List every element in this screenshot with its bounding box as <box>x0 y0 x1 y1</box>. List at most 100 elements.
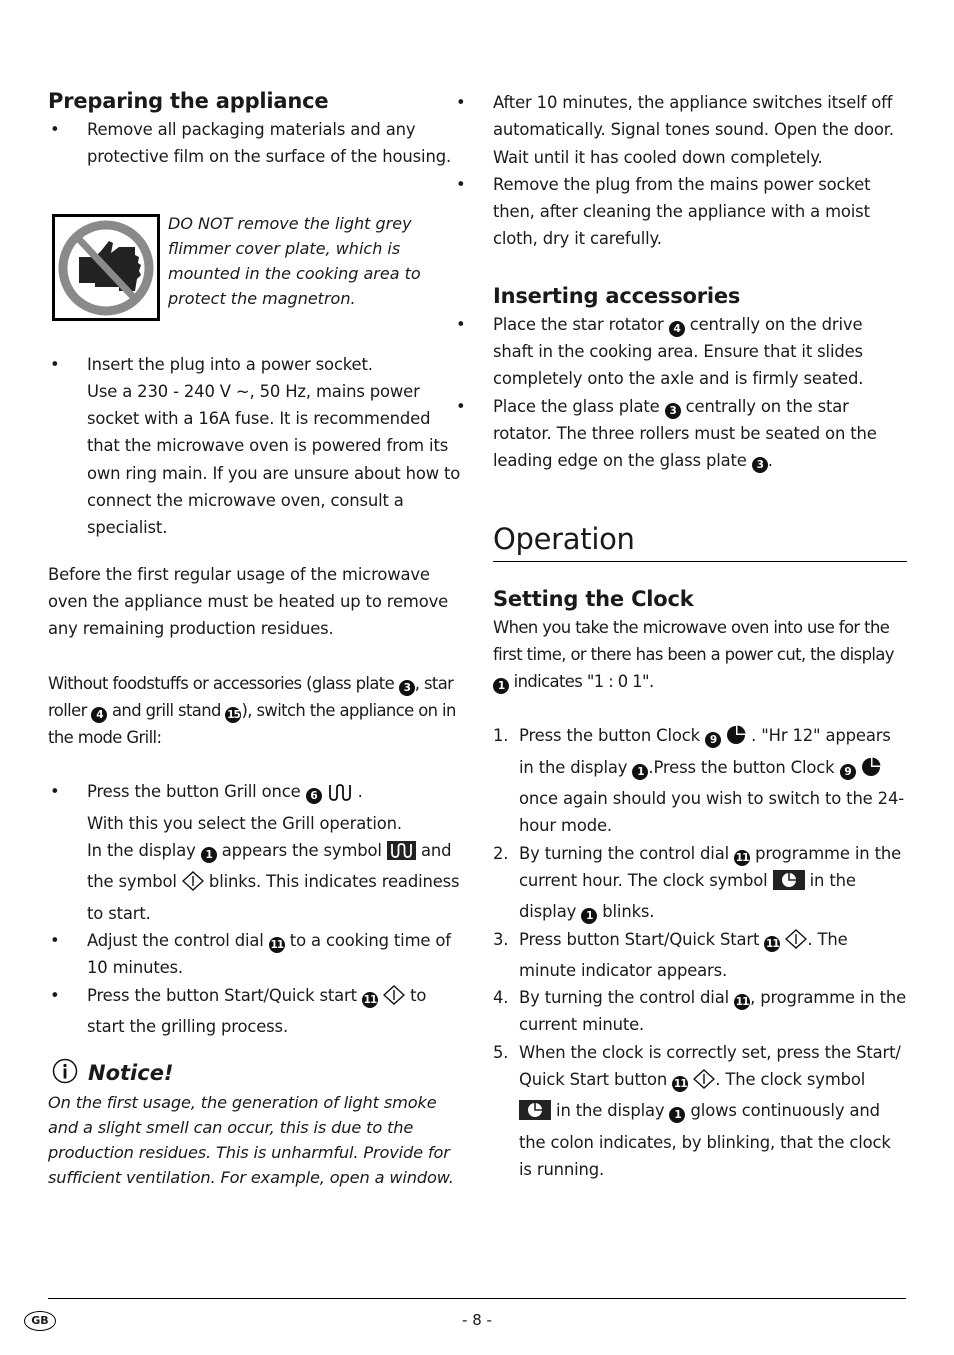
list-item: 2. By turning the control dial 11 progra… <box>493 840 907 926</box>
grill-icon <box>327 782 353 809</box>
text: By turning the control dial <box>519 843 735 863</box>
list-item: Place the star rotator 4 centrally on th… <box>454 311 907 393</box>
ref-number-badge: 9 <box>705 732 722 749</box>
after-list: After 10 minutes, the appliance switches… <box>454 89 907 253</box>
text: Adjust the control dial <box>87 930 269 950</box>
heading-setting-the-clock: Setting the Clock <box>493 586 694 611</box>
list-item: 4. By turning the control dial 11, progr… <box>493 984 907 1039</box>
text: Place the glass plate <box>493 396 665 416</box>
text: once again should you wish to switch to … <box>519 789 904 836</box>
ref-number-badge: 11 <box>672 1076 689 1093</box>
list-item-text: Remove all packaging materials and any p… <box>87 120 452 167</box>
list-item: Remove all packaging materials and any p… <box>48 116 462 171</box>
ref-number-badge: 3 <box>751 457 768 474</box>
ref-number-badge: 6 <box>305 788 322 805</box>
text: and grill stand <box>107 700 226 720</box>
clock-steps-list: 1. Press the button Clock 9 . "Hr 12" ap… <box>493 722 907 1183</box>
text: Press button Start/Quick Start <box>519 929 765 949</box>
text: in the display <box>551 1101 670 1121</box>
text: Without foodstuffs or accessories (glass… <box>48 673 399 693</box>
heading-preparing: Preparing the appliance <box>48 89 329 113</box>
text: . The clock symbol <box>715 1070 866 1090</box>
clock-display-icon <box>519 1100 551 1128</box>
text: With this you select the Grill operation… <box>87 813 402 833</box>
notice-text: On the first usage, the generation of li… <box>48 1093 454 1188</box>
plug-list: Insert the plug into a power socket. Use… <box>48 351 462 542</box>
text: Remove the plug from the mains power soc… <box>493 174 871 249</box>
warning-block: DO NOT remove the light grey flimmer cov… <box>48 213 462 321</box>
list-item: Adjust the control dial 11 to a cooking … <box>48 927 462 982</box>
ref-number-badge: 9 <box>839 763 856 780</box>
list-item: 1. Press the button Clock 9 . "Hr 12" ap… <box>493 722 907 839</box>
list-item: Remove the plug from the mains power soc… <box>454 171 907 253</box>
notice-header: Notice! <box>48 1058 462 1088</box>
list-item: Press the button Grill once 6 . With thi… <box>48 778 462 926</box>
start-diamond-icon <box>693 1069 716 1097</box>
step-number: 5. <box>493 1042 509 1062</box>
start-diamond-icon <box>181 871 204 899</box>
list-item: 5. When the clock is correctly set, pres… <box>493 1039 907 1183</box>
ref-number-badge: 4 <box>91 706 108 723</box>
ref-number-badge: 1 <box>200 847 217 864</box>
ref-number-badge: 15 <box>225 706 242 723</box>
step-number: 2. <box>493 843 509 863</box>
ref-number-badge: 11 <box>361 991 378 1008</box>
step-number: 3. <box>493 929 509 949</box>
warning-text: DO NOT remove the light grey flimmer cov… <box>168 211 462 321</box>
list-item: Insert the plug into a power socket. Use… <box>48 351 462 542</box>
ref-number-badge: 11 <box>764 935 781 952</box>
clock-icon <box>861 757 881 785</box>
list-item: Place the glass plate 3 centrally on the… <box>454 393 907 475</box>
ref-number-badge: 1 <box>493 678 509 695</box>
text: indicates "1 : 0 1". <box>509 672 655 692</box>
list-item: After 10 minutes, the appliance switches… <box>454 89 907 171</box>
heading-inserting-accessories: Inserting accessories <box>493 283 741 308</box>
text: .Press the button Clock <box>648 757 840 777</box>
ref-number-badge: 11 <box>734 994 751 1011</box>
clock-intro-paragraph: When you take the microwave oven into us… <box>493 614 907 696</box>
ref-number-badge: 1 <box>581 908 598 925</box>
ref-number-badge: 3 <box>664 402 681 419</box>
heading-operation: Operation <box>493 519 907 562</box>
preparing-list: Remove all packaging materials and any p… <box>48 116 462 171</box>
text: After 10 minutes, the appliance switches… <box>493 93 894 167</box>
grill-display-icon <box>386 841 416 868</box>
ref-number-badge: 1 <box>632 763 649 780</box>
before-first-use-paragraph: Before the first regular usage of the mi… <box>48 564 449 639</box>
ref-number-badge: 3 <box>398 679 415 696</box>
text: . <box>352 782 363 802</box>
no-touching-prohibition-icon <box>52 213 160 321</box>
clock-icon <box>726 725 746 753</box>
step-number: 4. <box>493 988 509 1008</box>
list-item: Press the button Start/Quick start 11 to… <box>48 982 462 1041</box>
grill-steps-list: Press the button Grill once 6 . With thi… <box>48 778 462 1040</box>
text: By turning the control dial <box>519 988 735 1008</box>
list-item: 3. Press button Start/Quick Start 11 . T… <box>493 926 907 985</box>
text: . <box>767 451 773 471</box>
ref-number-badge: 1 <box>669 1107 686 1124</box>
ref-number-badge: 4 <box>668 320 685 337</box>
text: Place the star rotator <box>493 314 669 334</box>
text: In the display <box>87 841 201 861</box>
plug-line1: Insert the plug into a power socket. <box>87 354 373 374</box>
without-accessories-paragraph: Without foodstuffs or accessories (glass… <box>48 670 462 752</box>
right-column: After 10 minutes, the appliance switches… <box>456 89 907 1183</box>
ref-number-badge: 11 <box>268 936 285 953</box>
accessories-list: Place the star rotator 4 centrally on th… <box>454 311 907 475</box>
step-number: 1. <box>493 726 509 746</box>
plug-line2: Use a 230 - 240 V ~, 50 Hz, mains power … <box>87 381 461 538</box>
start-diamond-icon <box>383 984 406 1013</box>
text: blinks. <box>597 902 655 922</box>
text: Press the button Start/Quick start <box>87 985 362 1005</box>
ref-number-badge: 11 <box>734 849 751 866</box>
clock-display-icon <box>772 869 805 898</box>
text: Press the button Grill once <box>87 782 306 802</box>
text: When you take the microwave oven into us… <box>493 617 894 664</box>
info-icon <box>52 1058 78 1088</box>
text: Press the button Clock <box>519 726 706 746</box>
notice-title: Notice! <box>88 1061 174 1086</box>
start-diamond-icon <box>785 928 808 957</box>
footer-divider <box>48 1298 906 1300</box>
page-number: - 8 - <box>462 1311 492 1329</box>
warning-strong: DO NOT <box>168 213 233 233</box>
